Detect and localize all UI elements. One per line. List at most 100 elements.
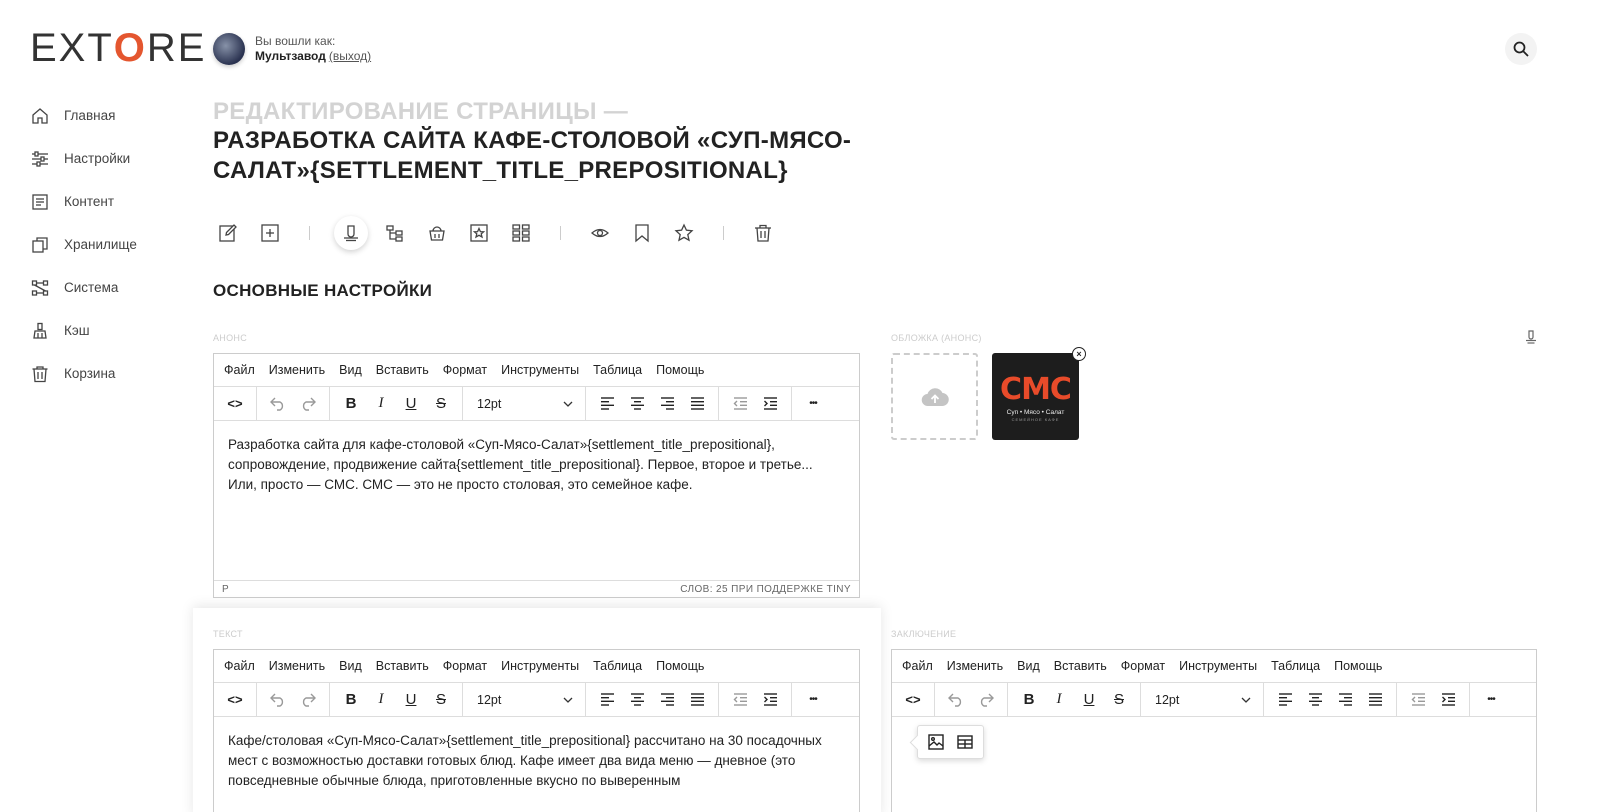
align-justify-button[interactable] — [682, 686, 712, 714]
align-justify-button[interactable] — [682, 390, 712, 418]
menu-table[interactable]: Таблица — [593, 363, 642, 377]
align-right-button[interactable] — [652, 390, 682, 418]
grid-button[interactable] — [506, 218, 536, 248]
menu-edit[interactable]: Изменить — [269, 659, 325, 673]
menu-tools[interactable]: Инструменты — [501, 659, 579, 673]
pin-button[interactable] — [1525, 330, 1537, 344]
align-center-button[interactable] — [1300, 686, 1330, 714]
edit-button[interactable] — [213, 218, 243, 248]
indent-button[interactable] — [1433, 686, 1463, 714]
bold-button[interactable]: B — [1014, 686, 1044, 714]
delete-button[interactable] — [748, 218, 778, 248]
outdent-button[interactable] — [725, 390, 755, 418]
more-button[interactable]: ••• — [798, 686, 828, 714]
element-path[interactable]: P — [222, 584, 229, 595]
view-button[interactable] — [585, 218, 615, 248]
strikethrough-button[interactable]: S — [426, 686, 456, 714]
strikethrough-button[interactable]: S — [426, 390, 456, 418]
font-size-select[interactable]: 12pt — [469, 390, 579, 418]
sidebar-item-settings[interactable]: Настройки — [30, 137, 190, 180]
source-code-button[interactable]: <> — [220, 390, 250, 418]
indent-button[interactable] — [755, 390, 785, 418]
menu-edit[interactable]: Изменить — [947, 659, 1003, 673]
anons-content[interactable]: Разработка сайта для кафе-столовой «Суп-… — [214, 421, 859, 509]
undo-button[interactable] — [263, 686, 293, 714]
sidebar-item-home[interactable]: Главная — [30, 94, 190, 137]
menu-tools[interactable]: Инструменты — [1179, 659, 1257, 673]
align-left-button[interactable] — [1270, 686, 1300, 714]
indent-button[interactable] — [755, 686, 785, 714]
menu-help[interactable]: Помощь — [1334, 659, 1382, 673]
align-right-button[interactable] — [1330, 686, 1360, 714]
italic-button[interactable]: I — [1044, 686, 1074, 714]
font-size-select[interactable]: 12pt — [1147, 686, 1257, 714]
undo-button[interactable] — [941, 686, 971, 714]
undo-button[interactable] — [263, 390, 293, 418]
redo-button[interactable] — [971, 686, 1001, 714]
sidebar-item-trash[interactable]: Корзина — [30, 352, 190, 395]
menu-format[interactable]: Формат — [443, 363, 487, 377]
align-center-button[interactable] — [622, 686, 652, 714]
anchor-button[interactable] — [334, 216, 368, 250]
menu-table[interactable]: Таблица — [1271, 659, 1320, 673]
logo[interactable]: EXT O RE — [30, 28, 207, 68]
search-button[interactable] — [1505, 33, 1537, 65]
underline-button[interactable]: U — [1074, 686, 1104, 714]
font-size-select[interactable]: 12pt — [469, 686, 579, 714]
redo-button[interactable] — [293, 686, 323, 714]
menu-file[interactable]: Файл — [902, 659, 933, 673]
sidebar-item-system[interactable]: Система — [30, 266, 190, 309]
cover-image[interactable]: СМС Суп • Мясо • Салат СЕМЕЙНОЕ КАФЕ — [992, 353, 1079, 440]
menu-help[interactable]: Помощь — [656, 363, 704, 377]
align-justify-button[interactable] — [1360, 686, 1390, 714]
source-code-button[interactable]: <> — [898, 686, 928, 714]
conclusion-content[interactable] — [892, 717, 1536, 745]
featured-button[interactable] — [464, 218, 494, 248]
menu-view[interactable]: Вид — [339, 363, 362, 377]
outdent-button[interactable] — [725, 686, 755, 714]
basket-button[interactable] — [422, 218, 452, 248]
insert-image-button[interactable] — [922, 728, 951, 756]
avatar[interactable] — [213, 33, 245, 65]
favorite-button[interactable] — [669, 218, 699, 248]
menu-format[interactable]: Формат — [443, 659, 487, 673]
underline-button[interactable]: U — [396, 390, 426, 418]
menu-edit[interactable]: Изменить — [269, 363, 325, 377]
menu-insert[interactable]: Вставить — [376, 363, 429, 377]
insert-table-button[interactable] — [951, 728, 980, 756]
remove-cover-button[interactable]: × — [1072, 347, 1086, 361]
menu-file[interactable]: Файл — [224, 363, 255, 377]
redo-button[interactable] — [293, 390, 323, 418]
menu-tools[interactable]: Инструменты — [501, 363, 579, 377]
strikethrough-button[interactable]: S — [1104, 686, 1134, 714]
menu-insert[interactable]: Вставить — [376, 659, 429, 673]
source-code-button[interactable]: <> — [220, 686, 250, 714]
italic-button[interactable]: I — [366, 390, 396, 418]
text-content[interactable]: Кафе/столовая «Суп-Мясо-Салат»{settlemen… — [214, 717, 859, 805]
sidebar-item-cache[interactable]: Кэш — [30, 309, 190, 352]
menu-view[interactable]: Вид — [339, 659, 362, 673]
align-left-button[interactable] — [592, 390, 622, 418]
menu-table[interactable]: Таблица — [593, 659, 642, 673]
align-right-button[interactable] — [652, 686, 682, 714]
upload-cover-button[interactable] — [891, 353, 978, 440]
menu-file[interactable]: Файл — [224, 659, 255, 673]
outdent-button[interactable] — [1403, 686, 1433, 714]
bold-button[interactable]: B — [336, 686, 366, 714]
bookmark-button[interactable] — [627, 218, 657, 248]
sidebar-item-content[interactable]: Контент — [30, 180, 190, 223]
sidebar-item-storage[interactable]: Хранилище — [30, 223, 190, 266]
menu-insert[interactable]: Вставить — [1054, 659, 1107, 673]
menu-help[interactable]: Помощь — [656, 659, 704, 673]
align-left-button[interactable] — [592, 686, 622, 714]
add-button[interactable] — [255, 218, 285, 248]
more-button[interactable]: ••• — [1476, 686, 1506, 714]
more-button[interactable]: ••• — [798, 390, 828, 418]
align-center-button[interactable] — [622, 390, 652, 418]
menu-format[interactable]: Формат — [1121, 659, 1165, 673]
bold-button[interactable]: B — [336, 390, 366, 418]
underline-button[interactable]: U — [396, 686, 426, 714]
structure-button[interactable] — [380, 218, 410, 248]
italic-button[interactable]: I — [366, 686, 396, 714]
menu-view[interactable]: Вид — [1017, 659, 1040, 673]
